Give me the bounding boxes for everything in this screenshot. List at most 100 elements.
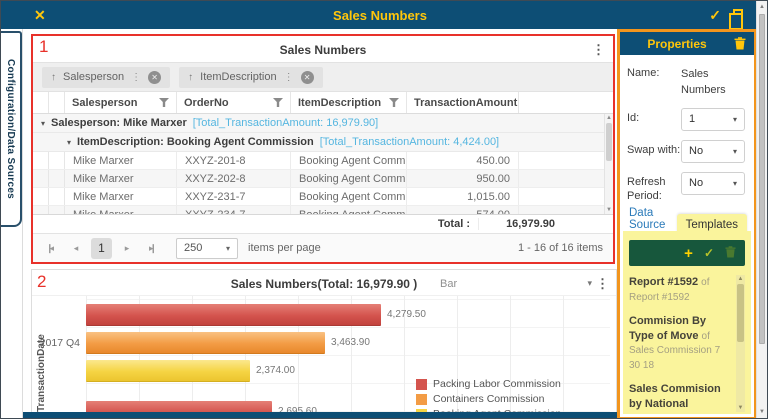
previous-page-button[interactable]: ◂	[67, 239, 85, 257]
expand-column	[33, 92, 49, 113]
delete-template-icon[interactable]	[725, 246, 736, 261]
chart-panel-header: Sales Numbers(Total: 16,979.90 ) Bar ▾ ⋮	[32, 270, 616, 296]
grid-panel: Sales Numbers ⋮ ↑ Salesperson ⋮ ✕ ↑ Item…	[33, 36, 613, 262]
group-chip-label: Salesperson	[63, 71, 124, 83]
templates-toolbar: + ✓	[629, 240, 745, 266]
properties-header: Properties	[620, 32, 754, 55]
table-row[interactable]: Mike Marxer XXYZ-202-8 Booking Agent Com…	[33, 170, 613, 188]
field-name: Name: Sales Numbers	[627, 63, 747, 99]
grid-group-bar: ↑ Salesperson ⋮ ✕ ↑ ItemDescription ⋮ ✕	[33, 62, 613, 92]
properties-title: Properties	[620, 37, 734, 51]
templates-scrollbar[interactable]: ▲ ▼	[736, 275, 745, 412]
bar-packing-labor-q4[interactable]: 4,279.50	[86, 304, 381, 326]
column-header-itemdescription[interactable]: ItemDescription	[291, 92, 407, 113]
legend-item[interactable]: Packing Labor Commission	[416, 378, 561, 390]
grid-rows-viewport: ▾ Salesperson: Mike Marxer [Total_Transa…	[33, 114, 613, 214]
pager-range-label: 1 - 16 of 16 items	[518, 242, 603, 254]
field-swap-with: Swap with: No ▾	[627, 140, 747, 163]
bar-chart: TransactionDate 4,279.50 3,463.90 2017 Q…	[32, 296, 616, 412]
scroll-up-icon[interactable]: ▲	[736, 276, 745, 282]
window-titlebar: ✕ Sales Numbers ✓	[1, 1, 759, 29]
chart-title: Sales Numbers(Total: 16,979.90 )	[32, 277, 616, 291]
items-per-page-label: items per page	[248, 242, 321, 254]
chevron-down-icon: ▾	[733, 115, 737, 124]
scroll-up-icon[interactable]: ▲	[757, 4, 767, 10]
annotation-number-1: 1	[39, 37, 48, 57]
bar-containers-q4[interactable]: 3,463.90 2017 Q4	[86, 332, 325, 354]
list-item[interactable]: Commision By Type of Move of Sales Commi…	[629, 314, 733, 373]
filter-icon[interactable]	[389, 98, 399, 107]
scrollbar-thumb[interactable]	[606, 123, 612, 161]
collapse-icon[interactable]: ▾	[67, 138, 71, 147]
scrollbar-thumb[interactable]	[737, 284, 744, 342]
group-chip-salesperson[interactable]: ↑ Salesperson ⋮ ✕	[42, 67, 170, 88]
configuration-data-sources-tab[interactable]: Configuration/Data Sources	[1, 31, 22, 227]
total-value: 16,979.90	[479, 218, 555, 230]
refresh-period-select[interactable]: No ▾	[681, 172, 745, 195]
column-header-salesperson[interactable]: Salesperson	[65, 92, 177, 113]
chevron-down-icon: ▾	[733, 147, 737, 156]
window-bottom-frame	[23, 412, 617, 419]
first-page-button[interactable]: ❙◂	[43, 239, 61, 257]
grid-title: Sales Numbers	[33, 43, 613, 57]
grid-total-row: Total : 16,979.90	[33, 214, 613, 234]
sort-asc-icon: ↑	[188, 72, 193, 83]
chevron-down-icon[interactable]: ▾	[587, 278, 592, 289]
templates-panel: + ✓ Report #1592 of Report #1592 Commisi…	[623, 231, 751, 414]
column-header-orderno[interactable]: OrderNo	[177, 92, 291, 113]
group-row-itemdescription[interactable]: ▾ ItemDescription: Booking Agent Commiss…	[33, 133, 613, 152]
chevron-down-icon: ▾	[733, 179, 737, 188]
page-size-select[interactable]: 250 ▾	[176, 238, 238, 259]
filter-icon[interactable]	[273, 98, 283, 107]
list-item[interactable]: Report #1592 of Report #1592	[629, 275, 733, 305]
next-page-button[interactable]: ▸	[118, 239, 136, 257]
bar-value-label: 4,279.50	[387, 309, 426, 320]
chart-panel: Sales Numbers(Total: 16,979.90 ) Bar ▾ ⋮…	[31, 269, 617, 413]
apply-template-icon[interactable]: ✓	[704, 246, 714, 260]
grid-vertical-scrollbar[interactable]: ▲ ▼	[604, 114, 613, 214]
copy-icon[interactable]	[733, 9, 743, 22]
legend-swatch-orange	[416, 394, 427, 405]
remove-group-icon[interactable]: ✕	[148, 71, 161, 84]
scroll-down-icon[interactable]: ▼	[736, 405, 745, 411]
app-window: ✕ Sales Numbers ✓ Configuration/Data Sou…	[0, 0, 768, 419]
field-id: Id: 1 ▾	[627, 108, 747, 131]
table-row[interactable]: Mike Marxer XXYZ-231-7 Booking Agent Com…	[33, 188, 613, 206]
group-row-salesperson[interactable]: ▾ Salesperson: Mike Marxer [Total_Transa…	[33, 114, 613, 133]
grid-panel-header: Sales Numbers ⋮	[33, 36, 613, 62]
y-axis-title: TransactionDate	[36, 302, 47, 412]
legend-item[interactable]: Containers Commission	[416, 393, 561, 405]
delete-icon[interactable]	[734, 37, 746, 53]
scroll-down-icon[interactable]: ▼	[605, 207, 613, 213]
scrollbar-thumb[interactable]	[759, 14, 765, 344]
chart-type-select[interactable]: Bar	[440, 278, 457, 290]
remove-group-icon[interactable]: ✕	[301, 71, 314, 84]
expand-column	[49, 92, 65, 113]
templates-list: Report #1592 of Report #1592 Commision B…	[629, 275, 745, 414]
window-title: Sales Numbers	[1, 8, 759, 23]
filter-icon[interactable]	[159, 98, 169, 107]
scroll-up-icon[interactable]: ▲	[605, 115, 613, 121]
current-page-button[interactable]: 1	[91, 238, 112, 259]
grid-pager: ❙◂ ◂ 1 ▸ ▸❙ 250 ▾ items per page 1 - 16 …	[33, 234, 613, 262]
list-item[interactable]: Sales Commision by National Account of S…	[629, 382, 733, 414]
last-page-button[interactable]: ▸❙	[142, 239, 160, 257]
add-template-icon[interactable]: +	[684, 246, 693, 261]
group-chip-itemdescription[interactable]: ↑ ItemDescription ⋮ ✕	[179, 67, 322, 88]
scroll-down-icon[interactable]: ▼	[757, 409, 767, 415]
table-row[interactable]: Mike Marxer XXYZ-201-8 Booking Agent Com…	[33, 152, 613, 170]
confirm-icon[interactable]: ✓	[709, 7, 721, 24]
grid-menu-icon[interactable]: ⋮	[592, 42, 605, 58]
collapse-icon[interactable]: ▾	[41, 119, 45, 128]
column-header-transactionamount[interactable]: TransactionAmount	[407, 92, 519, 113]
chart-legend: Packing Labor Commission Containers Comm…	[416, 378, 561, 413]
table-row[interactable]: Mike Marxer XXYZ-234-7 Booking Agent Com…	[33, 206, 613, 214]
bar-booking-agent-q4[interactable]: 2,374.00	[86, 360, 250, 382]
chip-menu-icon[interactable]: ⋮	[284, 72, 294, 83]
swap-with-select[interactable]: No ▾	[681, 140, 745, 163]
chip-menu-icon[interactable]: ⋮	[131, 72, 141, 83]
window-vertical-scrollbar[interactable]: ▲ ▼	[756, 1, 767, 418]
id-select[interactable]: 1 ▾	[681, 108, 745, 131]
configuration-data-sources-label: Configuration/Data Sources	[5, 59, 16, 199]
chart-menu-icon[interactable]: ⋮	[596, 276, 609, 292]
